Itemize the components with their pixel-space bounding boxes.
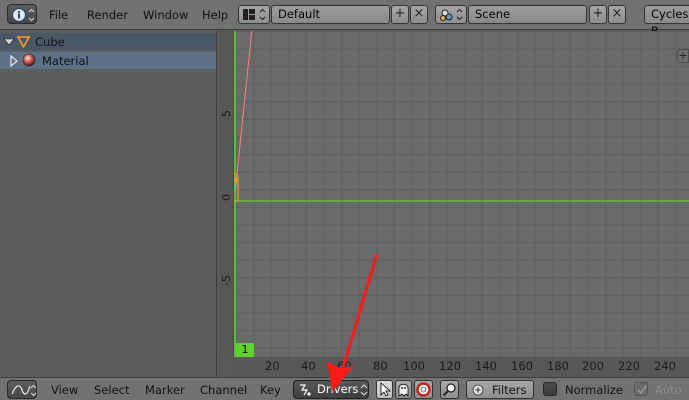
material-sphere-icon (22, 53, 36, 67)
plus-icon: + (678, 49, 688, 62)
plus-icon: + (394, 6, 406, 21)
object-triangle-icon (17, 36, 30, 48)
filters-button[interactable]: Filters (466, 380, 534, 399)
menu-file[interactable]: File (49, 8, 68, 22)
menu-window[interactable]: Window (143, 8, 188, 22)
menu-marker[interactable]: Marker (145, 383, 185, 397)
outliner-item-label: Cube (35, 35, 65, 49)
h-tick-label: 200 (582, 359, 604, 373)
auto-label[interactable]: Auto (655, 383, 682, 397)
close-icon: × (611, 6, 623, 21)
collapse-arrow-icon[interactable] (3, 36, 15, 48)
lifebuoy-icon (416, 382, 431, 397)
mode-select[interactable]: Drivers (293, 380, 369, 399)
normalize-label[interactable]: Normalize (565, 383, 623, 397)
sidebar-toggle-button[interactable]: + (677, 49, 689, 63)
ghost-icon (398, 383, 409, 397)
v-tick-label: -5 (220, 275, 233, 286)
h-tick-label: 120 (439, 359, 461, 373)
h-tick-label: 160 (511, 359, 533, 373)
cursor-arrow-icon (380, 382, 392, 397)
current-frame-box[interactable]: 1 (236, 343, 254, 357)
plus-circle-icon (472, 384, 484, 396)
expand-arrow-icon[interactable] (8, 55, 20, 67)
scene-icon (440, 8, 463, 21)
filters-label: Filters (492, 383, 527, 397)
show-hidden-toggle[interactable] (395, 380, 412, 399)
info-icon (11, 7, 35, 23)
graph-header: View Select Marker Channel Key Drivers F… (0, 377, 689, 400)
scene-remove-button[interactable]: × (608, 5, 626, 24)
outliner-item-label: Material (42, 54, 89, 68)
editor-type-button[interactable] (7, 380, 37, 399)
graph-editor-icon (11, 384, 37, 397)
menu-select[interactable]: Select (94, 383, 129, 397)
driver-icon (300, 384, 311, 396)
h-tick-label: 40 (301, 359, 316, 373)
close-icon: × (413, 6, 425, 21)
v-tick-label: 5 (220, 110, 233, 117)
scene-name-field[interactable]: Scene (468, 5, 587, 24)
h-tick-label: 140 (475, 359, 497, 373)
only-selected-toggle[interactable] (376, 380, 393, 399)
plus-icon: + (592, 6, 604, 21)
h-tick-label: 240 (654, 359, 676, 373)
normalize-checkbox[interactable] (543, 382, 557, 396)
h-tick-label: 80 (373, 359, 388, 373)
layout-browse-button[interactable] (238, 5, 270, 24)
fcurve-line[interactable] (234, 31, 253, 194)
scene-add-button[interactable]: + (589, 5, 607, 24)
h-tick-label: 180 (547, 359, 569, 373)
checkmark-icon (637, 385, 647, 395)
outliner-item-material[interactable]: Material (0, 52, 216, 69)
h-tick-label: 20 (265, 359, 280, 373)
layout-remove-button[interactable]: × (410, 5, 428, 24)
layout-add-button[interactable]: + (391, 5, 409, 24)
menu-help[interactable]: Help (202, 8, 228, 22)
only-errors-toggle[interactable] (414, 380, 433, 399)
menu-render[interactable]: Render (87, 8, 128, 22)
layout-grid-icon (243, 8, 266, 21)
search-filter-button[interactable] (440, 380, 459, 399)
menu-view[interactable]: View (51, 383, 78, 397)
frame-scale[interactable]: 20 40 60 80 100 120 140 160 180 200 220 … (234, 357, 689, 377)
h-tick-label: 100 (403, 359, 425, 373)
menu-channel[interactable]: Channel (200, 383, 247, 397)
v-tick-label: 0 (220, 194, 233, 201)
updown-arrow-icon (360, 384, 368, 396)
mode-select-label: Drivers (317, 382, 359, 396)
search-icon (442, 383, 456, 397)
h-tick-label: 60 (337, 359, 352, 373)
layout-name-field[interactable]: Default (271, 5, 390, 24)
scene-browse-button[interactable] (435, 5, 467, 24)
top-header: File Render Window Help Default + × Scen… (0, 0, 689, 38)
fcurve-plot[interactable] (218, 31, 689, 357)
outliner-panel: Cube Material (0, 31, 217, 377)
h-tick-label: 220 (618, 359, 640, 373)
auto-checkbox[interactable] (634, 382, 648, 396)
render-engine-select[interactable]: Cycles R (644, 5, 689, 38)
menu-key[interactable]: Key (260, 383, 281, 397)
value-scale: 5 0 -5 (219, 31, 234, 357)
info-editor-type-button[interactable] (7, 4, 37, 24)
outliner-item-cube[interactable]: Cube (0, 33, 216, 50)
